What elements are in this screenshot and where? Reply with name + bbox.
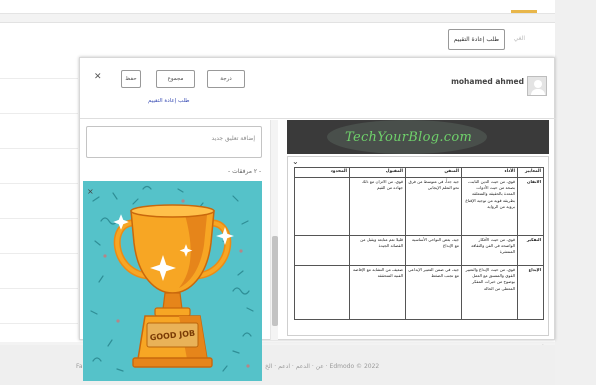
- right-side-strip: [555, 0, 596, 385]
- rubric-cell: جيد، بعض النواحي الأساسية مع الإبداع: [405, 234, 462, 266]
- top-header-band: [0, 0, 555, 14]
- good-job-sticker[interactable]: GOOD JOB ×: [83, 181, 262, 381]
- comment-placeholder: إضافة تعليق جديد: [211, 135, 255, 142]
- sticker-close-icon[interactable]: ×: [87, 187, 94, 196]
- author-name: mohamed ahmed: [451, 77, 524, 86]
- comment-input[interactable]: إضافة تعليق جديد: [86, 126, 262, 158]
- rubric-cell: جيد جداً، في متوسط من فرق نحو التعلم الإ…: [405, 176, 462, 236]
- trophy-icon: GOOD JOB: [90, 185, 254, 372]
- rubric-header-cell: المتقن: [405, 167, 462, 178]
- total-button[interactable]: مجموع: [156, 70, 195, 88]
- rubric-criterion: الاتقان: [517, 176, 544, 236]
- comments-scrollbar[interactable]: [270, 120, 278, 340]
- rubric-cell: ضعيف من التشابه مع الإفاضة الفنية المتحق…: [349, 264, 406, 320]
- request-reassessment-link[interactable]: طلب إعادة التقييم: [148, 98, 190, 104]
- footer-prefix-text: Fa: [76, 363, 83, 370]
- rubric-cell-empty: [294, 176, 350, 236]
- rubric-row: التفكير قوي، من حيث الأفكار الواضحة في ا…: [294, 234, 544, 266]
- rubric-cell: قوي، من حيث الإبداع والتعبير القوي والمت…: [461, 264, 518, 320]
- header-divider: [80, 118, 556, 119]
- rubric-header-cell: المعايير: [517, 167, 544, 178]
- rubric-table: المعايير الأداء المتقن المقبول المحدود ا…: [294, 167, 544, 320]
- active-tab-indicator: [511, 10, 537, 13]
- cancel-link[interactable]: الغي: [514, 35, 525, 42]
- watermark-text: TechYourBlog.com: [345, 130, 473, 145]
- rubric-header-cell: الأداء: [461, 167, 518, 178]
- rubric-criterion: التفكير: [517, 234, 544, 266]
- chevron-down-icon[interactable]: ⌄: [292, 157, 299, 166]
- rubric-row: الاتقان قوي، من حيث الدين الثابت، بصحة م…: [294, 176, 544, 236]
- close-icon[interactable]: ✕: [94, 72, 102, 82]
- user-avatar-icon: [527, 76, 547, 96]
- rubric-criterion: الإبداع: [517, 264, 544, 320]
- request-reassessment-button[interactable]: طلب إعادة التقييم: [447, 29, 505, 50]
- document-page: ⌄ المعايير الأداء المتقن المقبول المحدود…: [287, 156, 549, 336]
- rubric-cell: قوي، من حيث الدين الثابت، بصحة من حيث ال…: [461, 176, 518, 236]
- attachments-label: - ٢ مرفقات -: [228, 168, 262, 175]
- rubric-cell: قوي، من حيث الأفكار الواضحة في الفن والث…: [461, 234, 518, 266]
- footer-copyright: Edmodo © 2022 · عن · الدعم · ادعم · الخ: [265, 363, 380, 370]
- rubric-header-cell: المحدود: [294, 167, 350, 178]
- rubric-cell: جيد، في ضمن التعبير الإبداعي مع تجنب الض…: [405, 264, 462, 320]
- rubric-cell: قليلا نعم متابعة ويقبل من القصائد الجيدة: [349, 234, 406, 266]
- rubric-row: الإبداع قوي، من حيث الإبداع والتعبير الق…: [294, 264, 544, 320]
- document-header-image: TechYourBlog.com: [287, 120, 549, 154]
- rubric-cell-empty: [294, 234, 350, 266]
- save-button[interactable]: حفظ: [121, 70, 141, 88]
- rubric-header-cell: المقبول: [349, 167, 406, 178]
- rubric-cell: قوي، من الاتزان مع ذلك جهاده من القيم: [349, 176, 406, 236]
- grade-input[interactable]: درجة: [207, 70, 245, 88]
- app-root: طلب إعادة التقييم الغي ▸ Fa Edmodo © 202…: [0, 0, 596, 385]
- rubric-header-row: المعايير الأداء المتقن المقبول المحدود: [294, 167, 544, 178]
- scrollbar-thumb[interactable]: [272, 236, 278, 326]
- rubric-cell-empty: [294, 264, 350, 320]
